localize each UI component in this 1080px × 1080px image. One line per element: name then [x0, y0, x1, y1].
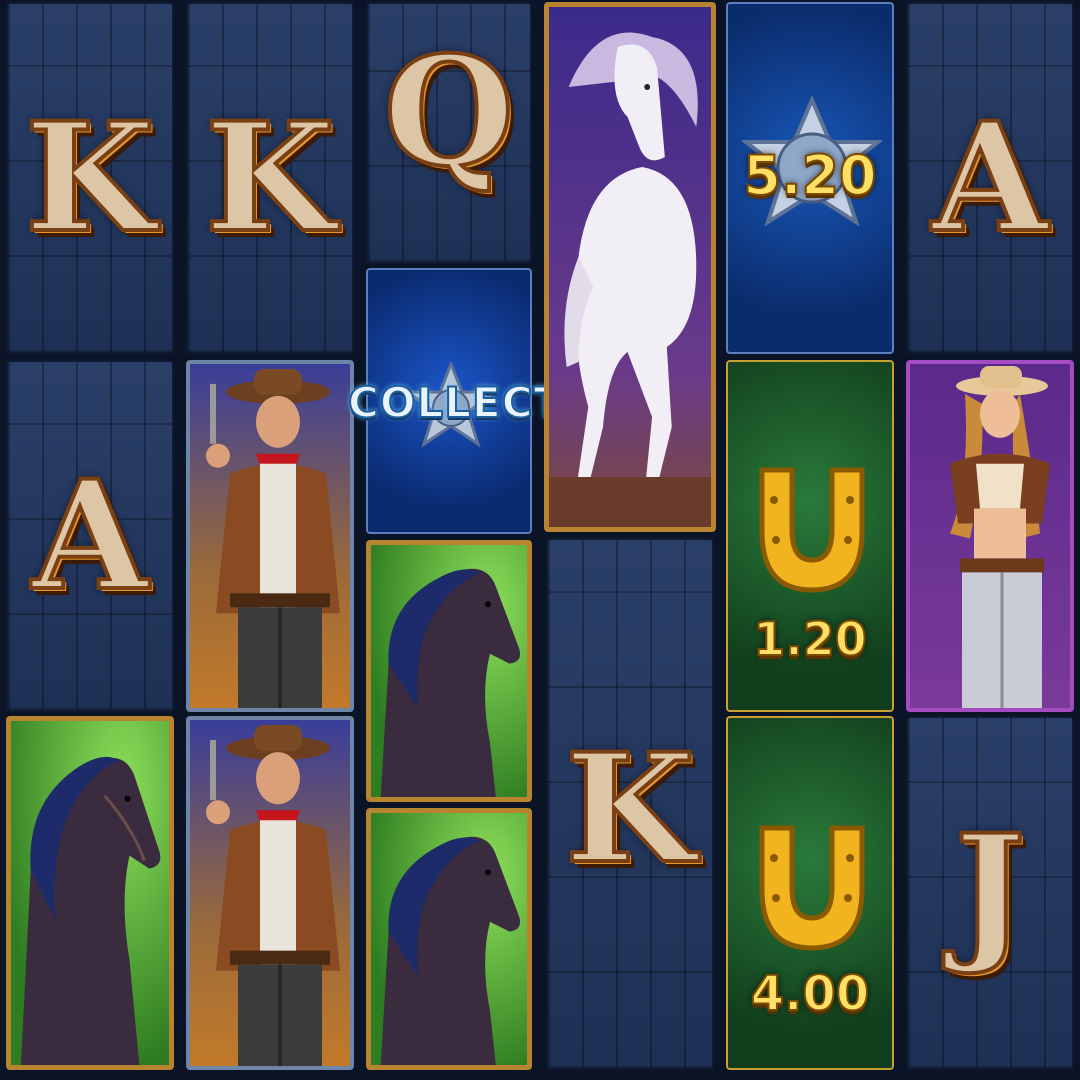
- horseshoe-icon: [759, 467, 865, 593]
- black-horse-icon: [371, 813, 527, 1065]
- letter-a-label: A: [30, 446, 150, 626]
- letter-q-label: Q: [382, 22, 517, 202]
- cowgirl-icon: [910, 364, 1070, 708]
- cowboy-symbol: [186, 360, 354, 712]
- collect-symbol: COLLECT: [347, 268, 563, 534]
- black-horse-icon: [371, 545, 527, 797]
- slot-reel-grid: K A K Q COLLECT K 5.20 1.20 4.00 A J: [0, 0, 1080, 1080]
- symbol-k: K: [546, 538, 714, 1070]
- symbol-q: Q: [366, 2, 532, 264]
- sheriff-badge-coin-symbol: 5.20: [726, 2, 894, 354]
- white-horse-icon: [549, 7, 711, 527]
- coin-value-label: 4.00: [750, 965, 870, 1023]
- black-horse-symbol: [366, 540, 532, 802]
- letter-k-label: K: [23, 88, 157, 268]
- cowboy-icon: [190, 364, 350, 708]
- cowboy-symbol: [186, 716, 354, 1070]
- collect-label: COLLECT: [347, 377, 564, 428]
- letter-k-label: K: [203, 88, 337, 268]
- symbol-a: A: [906, 2, 1074, 354]
- cowgirl-symbol: [906, 360, 1074, 712]
- black-horse-symbol: [6, 716, 174, 1070]
- symbol-k: K: [6, 2, 174, 354]
- horseshoe-coin-symbol: 1.20: [726, 360, 894, 712]
- letter-k-label: K: [563, 719, 697, 899]
- letter-a-label: A: [930, 88, 1050, 268]
- black-horse-symbol: [366, 808, 532, 1070]
- letter-j-label: J: [953, 800, 1028, 980]
- coin-value-label: 5.20: [742, 143, 877, 208]
- cowboy-icon: [190, 720, 350, 1066]
- black-horse-icon: [11, 721, 169, 1065]
- symbol-a: A: [6, 360, 174, 712]
- symbol-j: J: [906, 716, 1074, 1070]
- horseshoe-coin-symbol: 4.00: [726, 716, 894, 1070]
- coin-value-label: 1.20: [752, 611, 868, 667]
- symbol-k: K: [186, 2, 354, 354]
- horseshoe-icon: [759, 825, 865, 951]
- white-horse-symbol: [544, 2, 716, 532]
